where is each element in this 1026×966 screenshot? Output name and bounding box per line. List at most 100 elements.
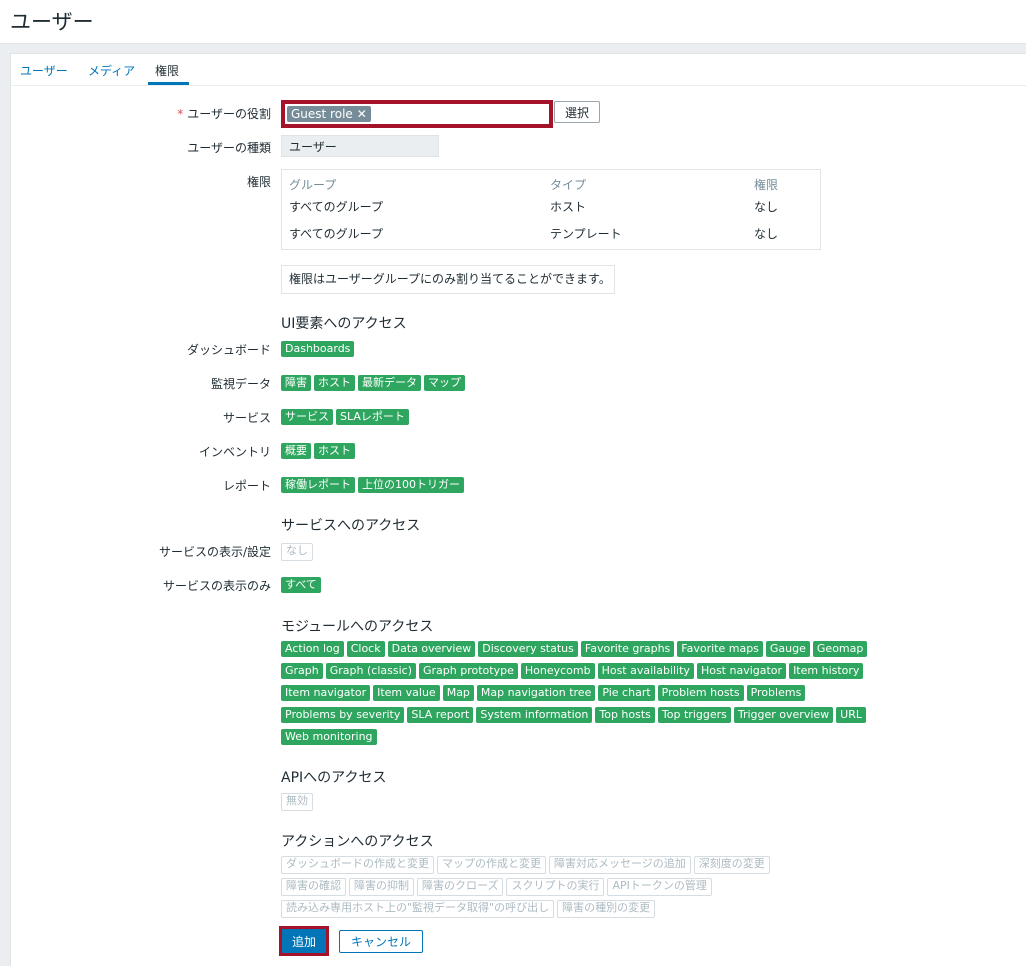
service-read-write-tags: なし <box>281 543 316 567</box>
access-tag: Action log <box>281 641 344 657</box>
table-cell: すべてのグループ <box>289 200 383 214</box>
access-tag: Clock <box>346 641 385 657</box>
access-tag: 障害の確認 <box>281 878 346 896</box>
remove-chip-icon[interactable]: ✕ <box>357 107 367 121</box>
access-tag: 上位の100トリガー <box>358 477 464 493</box>
permissions-label: 権限 <box>246 175 271 189</box>
tab-user[interactable]: ユーザー <box>20 62 68 79</box>
role-multiselect[interactable]: Guest role ✕ <box>281 100 553 128</box>
module-tag-row: Graph Graph (classic) Graph prototype Honey… <box>281 663 870 685</box>
tab-media[interactable]: メディア <box>88 62 135 79</box>
access-tag: Graph <box>281 663 323 679</box>
access-tag: SLA report <box>407 707 474 723</box>
access-tag: 概要 <box>281 443 311 459</box>
access-tag: Top triggers <box>657 707 731 723</box>
role-chip: Guest role ✕ <box>287 106 371 122</box>
ui-access-tags: サービス SLAレポート <box>281 409 412 431</box>
ui-access-tags: 稼働レポート 上位の100トリガー <box>281 477 467 499</box>
access-tag: 障害対応メッセージの追加 <box>549 856 691 874</box>
module-tag-row: Item navigator Item value Map Map navigatio… <box>281 685 870 707</box>
table-cell: なし <box>754 200 779 214</box>
access-tag: 障害の抑制 <box>349 878 414 896</box>
access-tag: Top hosts <box>595 707 655 723</box>
tab-bar: ユーザー メディア 権限 <box>11 54 1026 86</box>
access-tag: マップの作成と変更 <box>437 856 546 874</box>
access-tag: Dashboards <box>281 341 355 357</box>
access-tag: Trigger overview <box>733 707 834 723</box>
access-tag: Geomap <box>812 641 868 657</box>
ui-access-label: 監視データ <box>210 377 271 391</box>
service-read-only-tags: すべて <box>281 577 324 599</box>
col-header-type: タイプ <box>550 178 587 192</box>
tab-permissions[interactable]: 権限 <box>155 62 179 79</box>
access-tag: サービス <box>281 409 333 425</box>
access-tag: Host navigator <box>696 663 787 679</box>
required-marker: * <box>177 107 184 121</box>
access-tag: SLAレポート <box>336 409 409 425</box>
access-tag: Problems by severity <box>281 707 405 723</box>
access-tag: Data overview <box>387 641 476 657</box>
access-tag: Favorite graphs <box>580 641 675 657</box>
ui-access-label: レポート <box>222 479 271 493</box>
service-read-write-label: サービスの表示/設定 <box>158 545 271 559</box>
action-tag-row: ダッシュボードの作成と変更 マップの作成と変更 障害対応メッセージの追加 深刻度の変更 <box>281 856 773 878</box>
api-access-tags: 無効 <box>281 793 316 817</box>
access-tag: Pie chart <box>598 685 655 701</box>
access-tag: System information <box>476 707 593 723</box>
cancel-button[interactable]: キャンセル <box>339 930 423 953</box>
user-type-label: ユーザーの種類 <box>187 141 271 155</box>
ui-access-title: UI要素へのアクセス <box>281 316 407 332</box>
col-header-permission: 権限 <box>754 178 779 192</box>
access-tag: ホスト <box>314 443 355 459</box>
table-cell: すべてのグループ <box>289 227 383 241</box>
access-tag: Graph prototype <box>418 663 518 679</box>
table-cell: テンプレート <box>550 227 622 241</box>
header-bar <box>0 0 1026 44</box>
access-tag: Problem hosts <box>657 685 744 701</box>
tag-none: なし <box>281 543 313 561</box>
action-tag-row: 読み込み専用ホスト上の"監視データ取得"の呼び出し 障害の種別の変更 <box>281 900 773 922</box>
select-role-button[interactable]: 選択 <box>554 101 600 123</box>
module-tag-row: Action log Clock Data overview Discovery st… <box>281 641 870 663</box>
access-tag: ダッシュボードの作成と変更 <box>281 856 434 874</box>
access-tag: URL <box>836 707 866 723</box>
module-access-tags: Action log Clock Data overview Discovery st… <box>281 641 870 751</box>
form-panel: ユーザー メディア 権限 * ユーザーの役割 Guest role ✕ 選択 ユーザ… <box>10 53 1026 966</box>
permissions-info: 権限はユーザーグループにのみ割り当てることができます。 <box>281 265 615 294</box>
api-access-title: APIへのアクセス <box>281 770 387 786</box>
access-tag: Host availability <box>597 663 694 679</box>
access-tag: Gauge <box>765 641 810 657</box>
module-access-title: モジュールへのアクセス <box>281 619 434 635</box>
access-tag: Item value <box>373 685 440 701</box>
add-button[interactable]: 追加 <box>279 926 329 956</box>
ui-access-tags: 概要 ホスト <box>281 443 358 465</box>
access-tag: Item history <box>789 663 864 679</box>
ui-access-label: インベントリ <box>198 445 271 459</box>
active-tab-indicator <box>148 82 189 85</box>
access-tag: マップ <box>424 375 465 391</box>
access-tag: ホスト <box>314 375 355 391</box>
access-tag: 最新データ <box>358 375 421 391</box>
ui-access-label: サービス <box>222 411 271 425</box>
table-cell: なし <box>754 227 779 241</box>
permissions-table: グループ タイプ 権限 すべてのグループ ホスト なし すべてのグループ テンプ… <box>281 169 821 250</box>
access-tag: 障害 <box>281 375 311 391</box>
access-tag: Item navigator <box>281 685 371 701</box>
access-tag: スクリプトの実行 <box>506 878 605 896</box>
action-tag-row: 障害の確認 障害の抑制 障害のクローズ スクリプトの実行 APIトークンの管理 <box>281 878 773 900</box>
access-tag: Map <box>442 685 474 701</box>
role-label: * ユーザーの役割 <box>177 107 271 121</box>
access-tag: 障害の種別の変更 <box>557 900 656 918</box>
action-access-tags: ダッシュボードの作成と変更 マップの作成と変更 障害対応メッセージの追加 深刻度の変更… <box>281 856 773 922</box>
access-tag: Favorite maps <box>677 641 763 657</box>
ui-access-label: ダッシュボード <box>186 343 271 357</box>
access-tag: Web monitoring <box>281 729 377 745</box>
access-tag: 稼働レポート <box>281 477 355 493</box>
access-tag: 障害のクローズ <box>417 878 504 896</box>
page-title: ユーザー <box>10 10 94 34</box>
access-tag: Problems <box>746 685 806 701</box>
access-tag: Honeycomb <box>520 663 595 679</box>
tag-disabled: 無効 <box>281 793 313 811</box>
access-tag: 深刻度の変更 <box>693 856 770 874</box>
action-access-title: アクションへのアクセス <box>281 834 434 850</box>
